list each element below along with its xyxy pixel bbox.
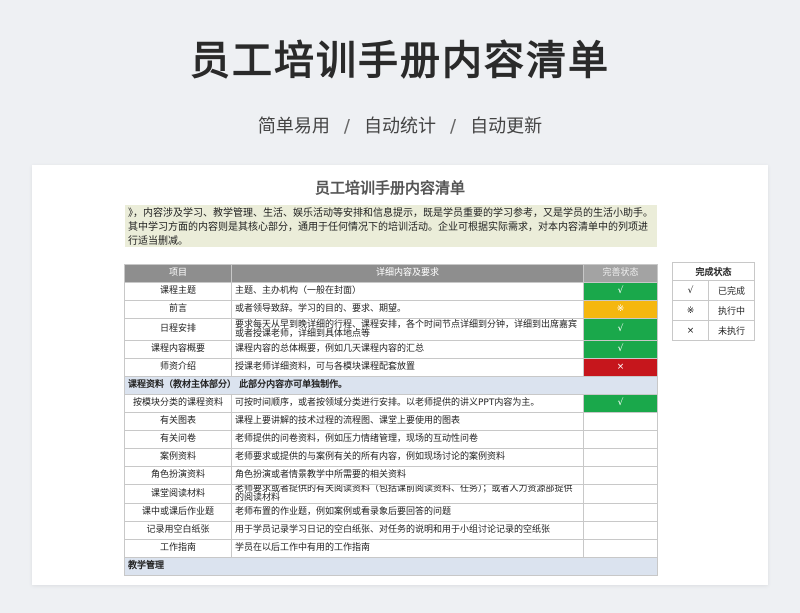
status-cell: √ <box>583 394 658 413</box>
table-row: 有关图表 课程上要讲解的技术过程的流程图、课堂上要使用的图表 <box>124 412 658 431</box>
table-row: 前言 或者领导致辞。学习的目的、要求、期望。 ※ <box>124 300 658 319</box>
item-cell: 案例资料 <box>124 448 232 467</box>
table-row: 有关问卷 老师提供的问卷资料，例如压力情绪管理，现场的互动性问卷 <box>124 430 658 449</box>
detail-cell: 老师布置的作业题，例如案例或看录象后要回答的问题 <box>231 503 584 522</box>
legend-label: 已完成 <box>707 280 756 301</box>
detail-cell: 用于学员记录学习日记的空白纸张、对任务的说明和用于小组讨论记录的空纸张 <box>231 521 584 540</box>
section-row: 教学管理 <box>124 557 658 576</box>
item-cell: 课程主题 <box>124 282 232 301</box>
detail-cell: 授课老师详细资料，可与各模块课程配套放置 <box>231 358 584 377</box>
item-cell: 有关问卷 <box>124 430 232 449</box>
section-label: 教学管理 <box>124 557 658 576</box>
feature-auto-update: 自动更新 <box>470 116 543 137</box>
table-row: 角色扮演资料 角色扮演或者情景教学中所需要的相关资料 <box>124 466 658 485</box>
section-row: 课程资料（教材主体部分） 此部分内容亦可单独制作。 <box>124 376 658 395</box>
page-title: 员工培训手册内容清单 <box>190 38 610 84</box>
status-legend: 完成状态 √ 已完成 ※ 执行中 × 未执行 <box>671 262 756 341</box>
table-header-row: 项目 详细内容及要求 完善状态 <box>124 264 658 283</box>
status-cell <box>583 412 658 431</box>
intro-note: 》，内容涉及学习、教学管理、生活、娱乐活动等安排和信息提示，既是学员重要的学习参… <box>125 205 657 247</box>
checklist-table: 项目 详细内容及要求 完善状态 课程主题 主题、主办机构（一般在封面） √ 前言 或者领… <box>124 264 658 576</box>
legend-symbol: ※ <box>672 300 709 321</box>
detail-cell: 可按时间顺序，或者按领域分类进行安排。以老师提供的讲义PPT内容为主。 <box>231 394 584 413</box>
header-item: 项目 <box>124 264 232 283</box>
table-row: 案例资料 老师要求或提供的与案例有关的所有内容，例如现场讨论的案例资料 <box>124 448 658 467</box>
status-cell: √ <box>583 318 658 341</box>
detail-cell: 老师要求或者提供的有关阅读资料（包括课前阅读资料、任务）；或者人力资源部提供的阅… <box>231 484 584 504</box>
sheet-title: 员工培训手册内容清单 <box>314 179 465 197</box>
legend-symbol: × <box>672 320 709 341</box>
section-label: 课程资料（教材主体部分） 此部分内容亦可单独制作。 <box>124 376 658 395</box>
status-cell <box>583 539 658 558</box>
table-row: 课中或课后作业题 老师布置的作业题，例如案例或看录象后要回答的问题 <box>124 503 658 522</box>
feature-easy: 简单易用 <box>257 116 330 137</box>
status-cell <box>583 503 658 522</box>
item-cell: 课程内容概要 <box>124 340 232 359</box>
item-cell: 师资介绍 <box>124 358 232 377</box>
detail-cell: 要求每天从早到晚详细的行程、课程安排，各个时间节点详细到分钟，详细到出席嘉宾或者… <box>231 318 584 341</box>
legend-label: 未执行 <box>707 320 756 341</box>
status-cell: × <box>583 358 658 377</box>
table-row: 课堂阅读材料 老师要求或者提供的有关阅读资料（包括课前阅读资料、任务）；或者人力资… <box>124 484 658 504</box>
item-cell: 前言 <box>124 300 232 319</box>
item-cell: 工作指南 <box>124 539 232 558</box>
detail-cell: 主题、主办机构（一般在封面） <box>231 282 584 301</box>
separator: / <box>450 116 457 137</box>
header-status: 完善状态 <box>583 264 658 283</box>
detail-cell: 老师要求或提供的与案例有关的所有内容，例如现场讨论的案例资料 <box>231 448 584 467</box>
status-cell <box>583 466 658 485</box>
detail-cell: 老师提供的问卷资料，例如压力情绪管理，现场的互动性问卷 <box>231 430 584 449</box>
detail-cell: 角色扮演或者情景教学中所需要的相关资料 <box>231 466 584 485</box>
table-row: 课程内容概要 课程内容的总体概要，例如几天课程内容的汇总 √ <box>124 340 658 359</box>
table-row: 师资介绍 授课老师详细资料，可与各模块课程配套放置 × <box>124 358 658 377</box>
item-cell: 课中或课后作业题 <box>124 503 232 522</box>
legend-label: 执行中 <box>707 300 756 321</box>
legend-header: 完成状态 <box>671 262 756 281</box>
detail-cell: 学员在以后工作中有用的工作指南 <box>231 539 584 558</box>
status-cell <box>583 484 658 504</box>
status-cell: ※ <box>583 300 658 319</box>
table-row: 按模块分类的课程资料 可按时间顺序，或者按领域分类进行安排。以老师提供的讲义PPT… <box>124 394 658 413</box>
legend-symbol: √ <box>672 280 709 301</box>
feature-auto-stats: 自动统计 <box>364 116 436 137</box>
detail-cell: 或者领导致辞。学习的目的、要求、期望。 <box>231 300 584 319</box>
legend-row: √ 已完成 <box>672 280 756 301</box>
separator: / <box>343 116 350 137</box>
status-cell: √ <box>583 282 658 301</box>
table-row: 日程安排 要求每天从早到晚详细的行程、课程安排，各个时间节点详细到分钟，详细到出席… <box>124 318 658 341</box>
status-cell <box>583 521 658 540</box>
detail-cell: 课程上要讲解的技术过程的流程图、课堂上要使用的图表 <box>231 412 584 431</box>
status-cell <box>583 430 658 449</box>
feature-tagline: 简单易用 / 自动统计 / 自动更新 <box>0 112 800 138</box>
header-detail: 详细内容及要求 <box>231 264 584 283</box>
legend-row: ※ 执行中 <box>672 300 756 321</box>
item-cell: 有关图表 <box>124 412 232 431</box>
detail-cell: 课程内容的总体概要，例如几天课程内容的汇总 <box>231 340 584 359</box>
status-cell: √ <box>583 340 658 359</box>
status-cell <box>583 448 658 467</box>
spreadsheet-preview: 员工培训手册内容清单 》，内容涉及学习、教学管理、生活、娱乐活动等安排和信息提示… <box>32 165 768 585</box>
table-row: 课程主题 主题、主办机构（一般在封面） √ <box>124 282 658 301</box>
item-cell: 记录用空白纸张 <box>124 521 232 540</box>
item-cell: 课堂阅读材料 <box>124 484 232 504</box>
legend-row: × 未执行 <box>672 320 756 341</box>
table-row: 工作指南 学员在以后工作中有用的工作指南 <box>124 539 658 558</box>
item-cell: 角色扮演资料 <box>124 466 232 485</box>
item-cell: 按模块分类的课程资料 <box>124 394 232 413</box>
table-row: 记录用空白纸张 用于学员记录学习日记的空白纸张、对任务的说明和用于小组讨论记录的空… <box>124 521 658 540</box>
item-cell: 日程安排 <box>124 318 232 341</box>
